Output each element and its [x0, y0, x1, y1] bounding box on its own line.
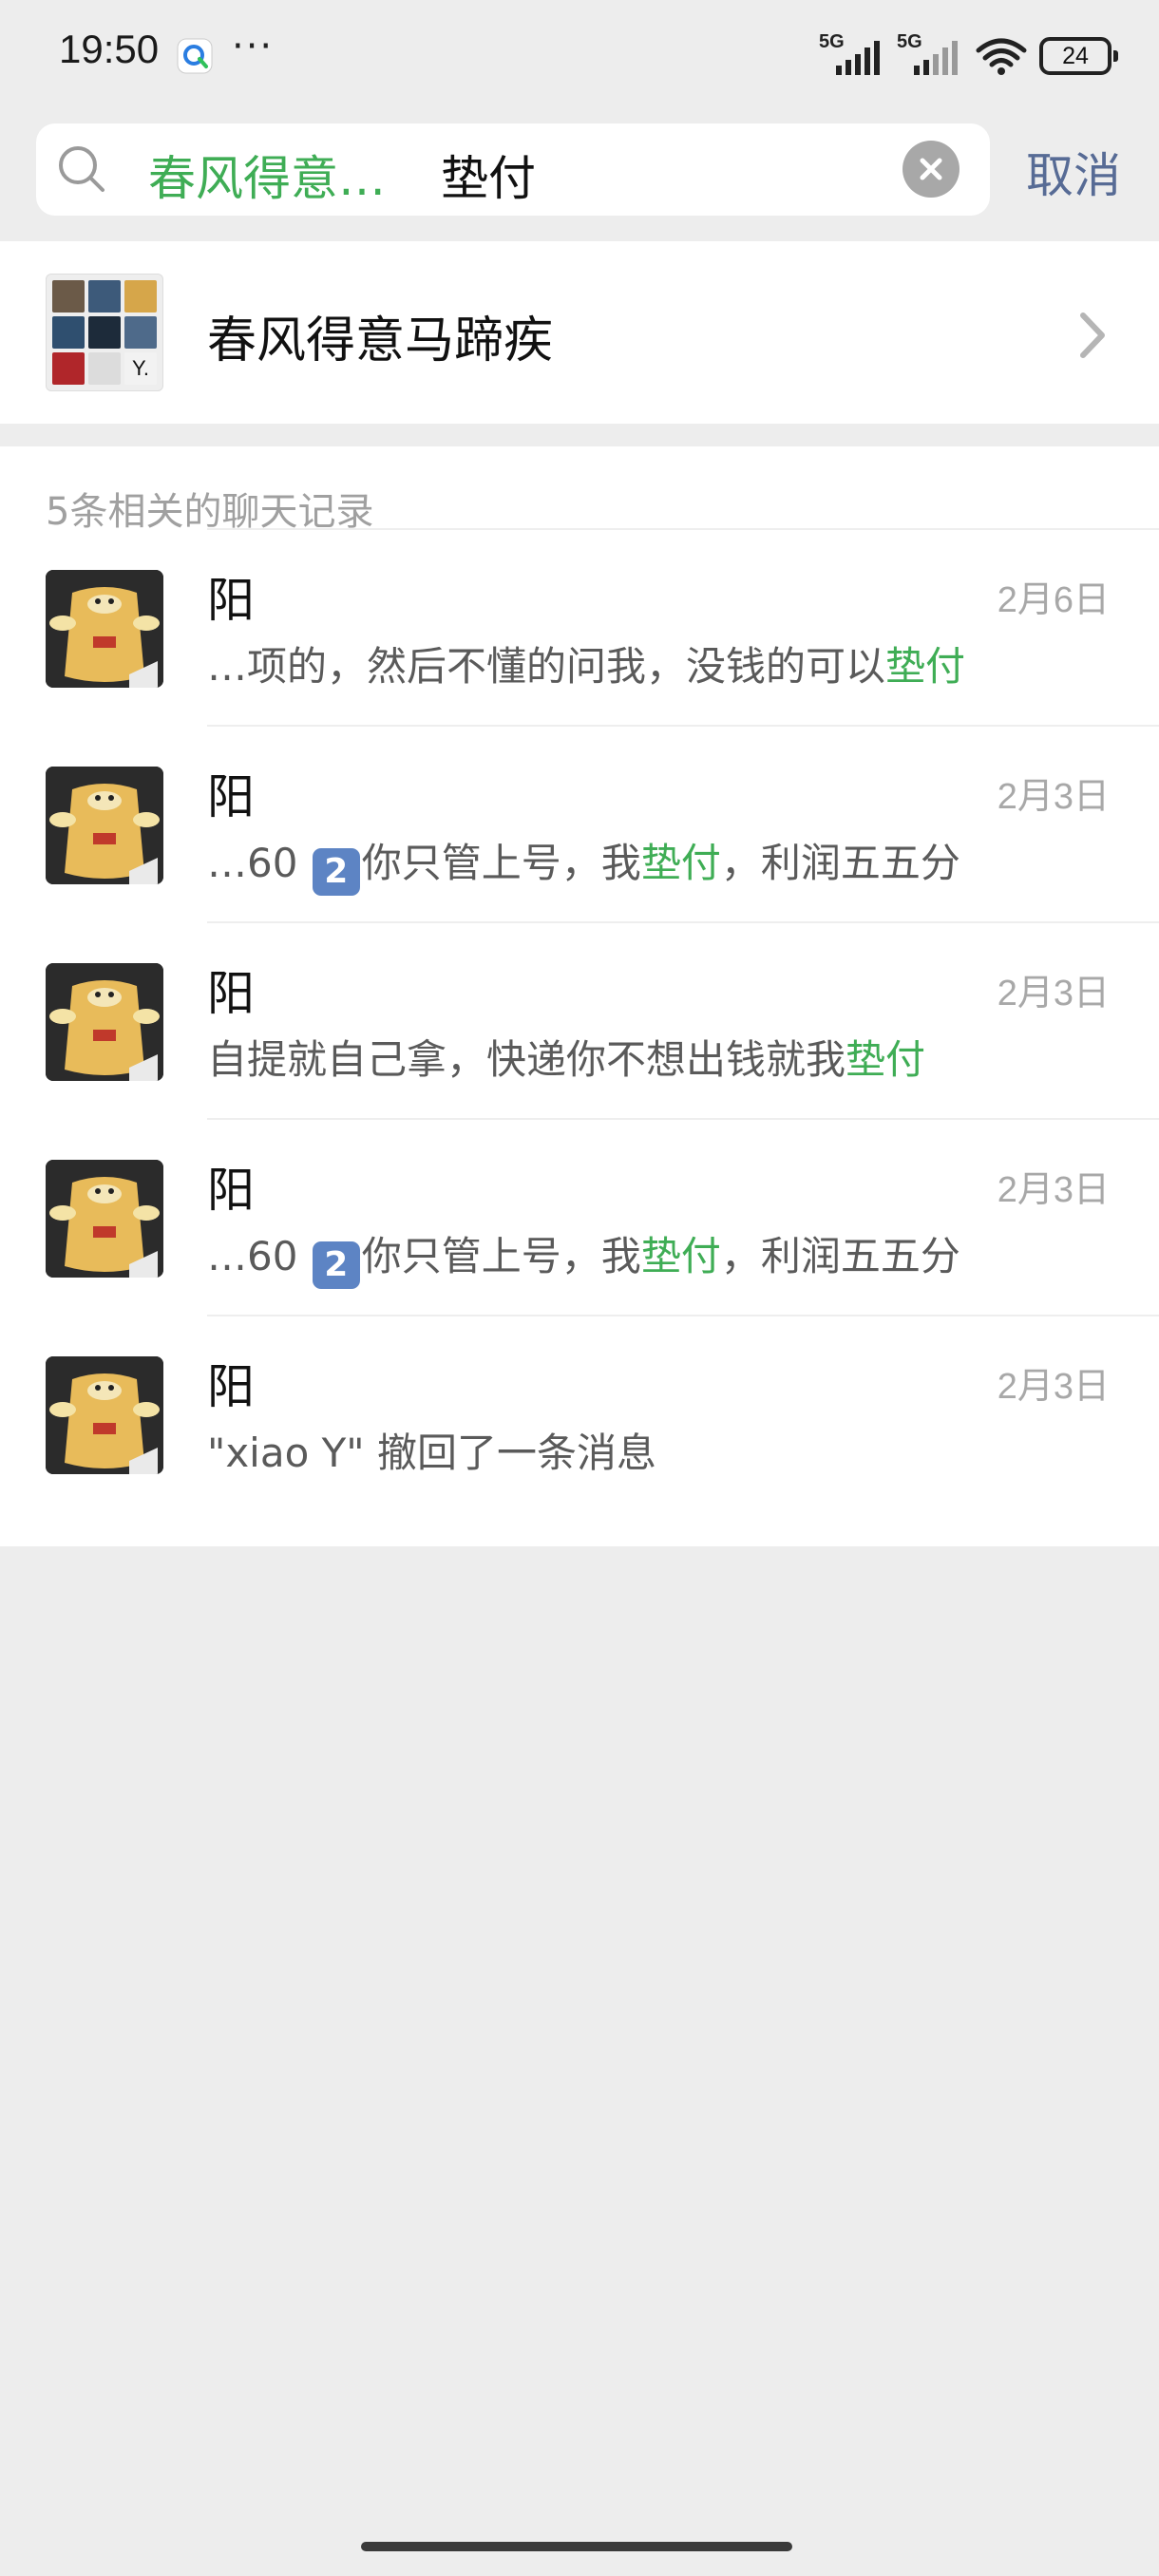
divider — [207, 1315, 1159, 1316]
contact-name: 阳 — [207, 769, 255, 824]
message-date: 2月3日 — [997, 974, 1110, 1013]
status-bar: 19:50 ··· 5G 5G 24 — [0, 0, 1159, 109]
chat-record-row[interactable]: 阳 2月3日 自提就自己拿，快递你不想出钱就我垫付 — [0, 921, 1159, 1118]
snippet-text: 自提就自己拿，快递你不想出钱就我 — [207, 1036, 846, 1083]
wifi-icon — [975, 35, 1028, 77]
chat-record-row[interactable]: 阳 2月3日 …60 2 你只管上号，我垫付，利润五五分 — [0, 725, 1159, 921]
group-avatar: Y. — [46, 274, 163, 391]
chat-record-row[interactable]: 阳 2月3日 "xiao Y" 撤回了一条消息 — [0, 1315, 1159, 1511]
status-time: 19:50 — [59, 27, 160, 71]
signal-icon: 5G — [819, 31, 885, 77]
message-snippet: 自提就自己拿，快递你不想出钱就我垫付 — [207, 1028, 925, 1086]
keyword-highlight: 垫付 — [885, 643, 966, 690]
contact-name: 阳 — [207, 966, 255, 1021]
keyword-highlight: 垫付 — [846, 1036, 926, 1083]
message-snippet: …60 2 你只管上号，我垫付，利润五五分 — [207, 1224, 960, 1289]
message-date: 2月3日 — [997, 1170, 1110, 1210]
contact-name: 阳 — [207, 1163, 255, 1218]
contact-name: 阳 — [207, 573, 255, 628]
status-indicators: 5G 5G 24 — [819, 31, 1118, 80]
message-date: 2月6日 — [997, 580, 1110, 620]
app-notification-icon — [177, 38, 213, 74]
chat-record-row[interactable]: 阳 2月6日 …项的，然后不懂的问我，没钱的可以垫付 — [0, 528, 1159, 725]
home-indicator[interactable] — [361, 2542, 792, 2551]
message-date: 2月3日 — [997, 777, 1110, 817]
search-scope-chip[interactable]: 春风得意… — [148, 141, 386, 209]
snippet-text: ，利润五五分 — [720, 1233, 960, 1279]
snippet-text: 你只管上号，我 — [361, 1233, 641, 1279]
contact-name: 阳 — [207, 1359, 255, 1414]
avatar[interactable] — [46, 963, 163, 1081]
avatar[interactable] — [46, 1356, 163, 1474]
message-snippet: …60 2 你只管上号，我垫付，利润五五分 — [207, 831, 960, 896]
cancel-button[interactable]: 取消 — [1026, 138, 1121, 206]
divider — [207, 921, 1159, 923]
divider — [207, 528, 1159, 530]
message-date: 2月3日 — [997, 1367, 1110, 1407]
chat-record-row[interactable]: 阳 2月3日 …60 2 你只管上号，我垫付，利润五五分 — [0, 1118, 1159, 1315]
snippet-text: ，利润五五分 — [720, 840, 960, 886]
search-input[interactable]: 垫付 — [441, 141, 536, 209]
group-name: 春风得意马蹄疾 — [207, 313, 554, 369]
snippet-text: 你只管上号，我 — [361, 840, 641, 886]
clear-icon[interactable] — [902, 141, 960, 198]
divider — [207, 1118, 1159, 1120]
search-box[interactable]: 春风得意… 垫付 — [36, 123, 990, 216]
signal-icon: 5G — [897, 31, 963, 77]
snippet-text: "xiao Y" 撤回了一条消息 — [207, 1430, 656, 1476]
snippet-text: …60 — [207, 1233, 311, 1279]
keycap-2-emoji: 2 — [312, 1241, 360, 1289]
chat-records-section: 5条相关的聊天记录 阳 2月6日 …项的，然后不懂的问我，没钱的可以垫付 阳 2… — [0, 446, 1159, 1546]
message-snippet: "xiao Y" 撤回了一条消息 — [207, 1421, 656, 1479]
avatar[interactable] — [46, 570, 163, 688]
keyword-highlight: 垫付 — [640, 840, 721, 886]
search-icon — [55, 142, 108, 196]
avatar[interactable] — [46, 1160, 163, 1278]
more-notifications-icon: ··· — [232, 25, 275, 68]
message-snippet: …项的，然后不懂的问我，没钱的可以垫付 — [207, 635, 965, 692]
divider — [207, 725, 1159, 727]
keyword-highlight: 垫付 — [640, 1233, 721, 1279]
snippet-text: …60 — [207, 840, 311, 886]
chevron-right-icon — [1074, 308, 1112, 363]
avatar[interactable] — [46, 767, 163, 884]
group-chat-row[interactable]: Y. 春风得意马蹄疾 — [0, 241, 1159, 424]
battery-icon: 24 — [1039, 37, 1118, 75]
snippet-text: …项的，然后不懂的问我，没钱的可以 — [207, 643, 886, 690]
keycap-2-emoji: 2 — [312, 848, 360, 896]
